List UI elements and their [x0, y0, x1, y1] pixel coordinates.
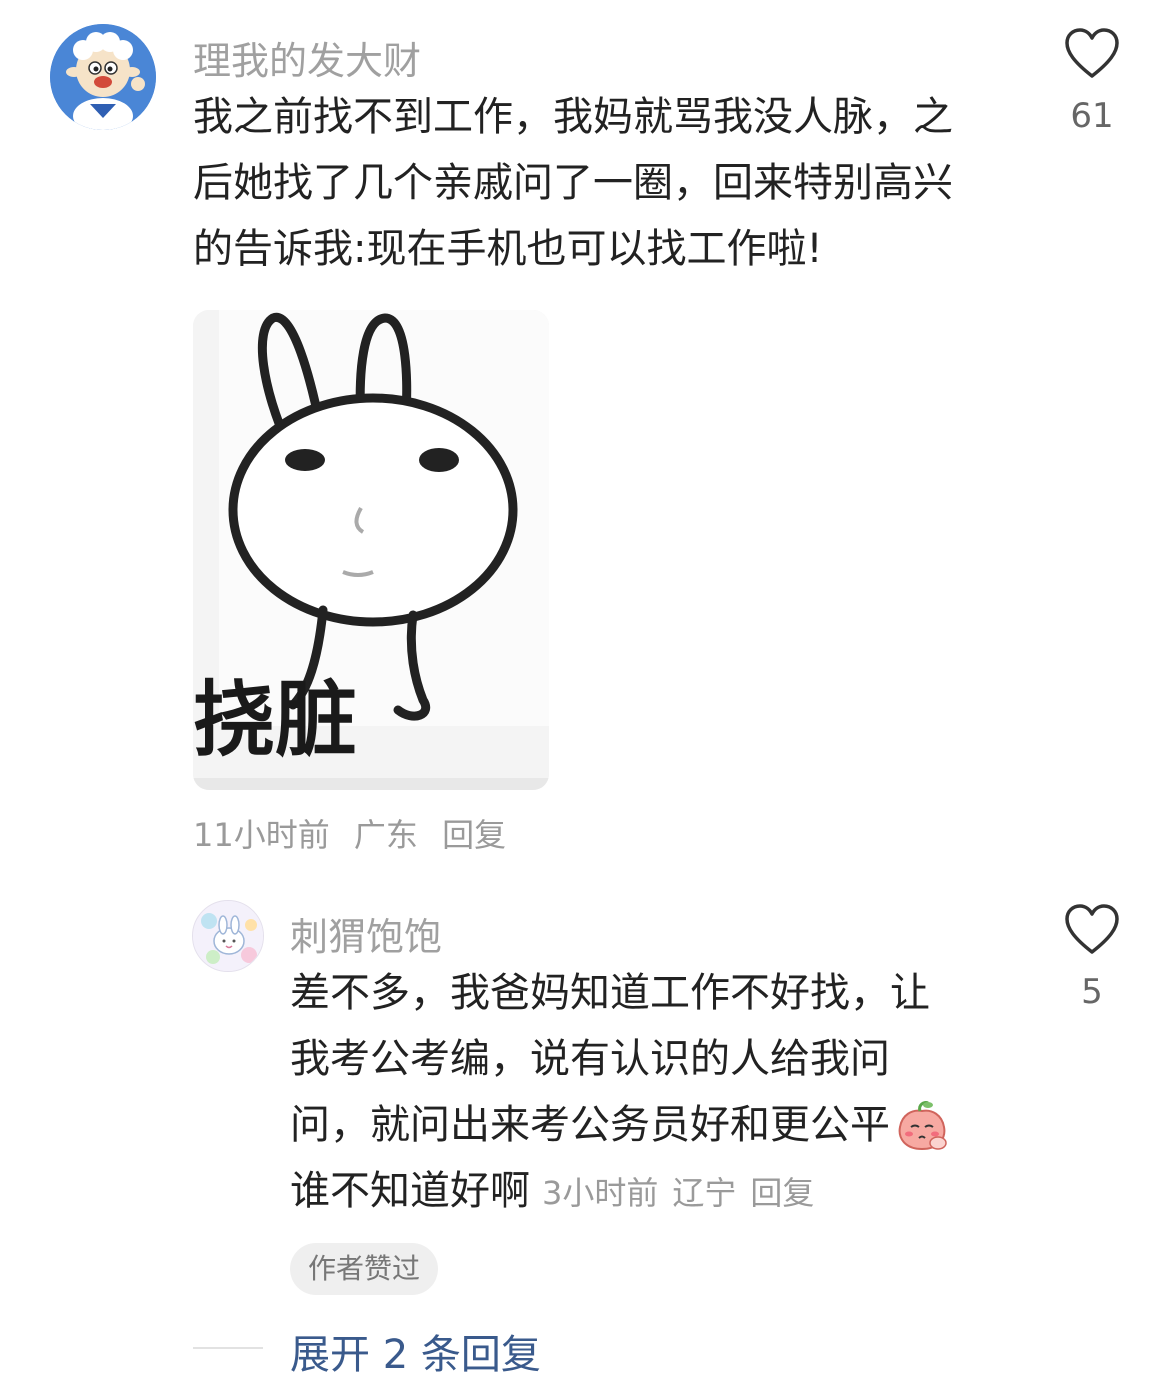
comment-time: 11小时前 — [193, 816, 330, 854]
user-avatar[interactable] — [50, 24, 156, 130]
reply-button[interactable]: 回复 — [442, 816, 506, 854]
comment-text: 差不多，我爸妈知道工作不好找，让 我考公考编，说有认识的人给我问 问，就问出来考… — [290, 960, 1010, 1226]
sticker-caption: 挠脏 — [193, 673, 357, 768]
comment-location: 广东 — [353, 816, 418, 854]
thinking-peach-emoji-icon — [898, 1101, 947, 1151]
comment-line-text: 问，就问出来考公务员好和更公平 — [290, 1102, 890, 1148]
comment-line: 我考公考编，说有认识的人给我问 — [290, 1036, 890, 1082]
like-button[interactable] — [1062, 24, 1122, 84]
heart-icon — [1065, 28, 1119, 78]
author-liked-badge: 作者赞过 — [290, 1243, 439, 1295]
cartoon-sheep-avatar-icon — [50, 24, 156, 130]
pastel-bunny-avatar-icon — [193, 901, 263, 971]
like-count: 61 — [1070, 96, 1114, 136]
comment-line: 差不多，我爸妈知道工作不好找，让 — [290, 970, 930, 1016]
comment-line: 问，就问出来考公务员好和更公平 — [290, 1092, 1010, 1158]
comment-time: 3小时前 — [542, 1174, 659, 1212]
comment-line: 的告诉我:现在手机也可以找工作啦! — [193, 226, 823, 272]
comment-meta: 11小时前 广东 回复 — [193, 810, 506, 856]
comment-location: 辽宁 — [672, 1174, 737, 1212]
comment-meta: 3小时前 辽宁 回复 — [542, 1174, 814, 1212]
comment-line: 我之前找不到工作，我妈就骂我没人脉，之 — [193, 94, 953, 140]
comment-line: 谁不知道好啊 3小时前 辽宁 回复 — [290, 1158, 1010, 1226]
comment-line: 后她找了几个亲戚问了一圈，回来特别高兴 — [193, 160, 953, 206]
like-button[interactable] — [1062, 900, 1122, 960]
divider — [193, 1347, 263, 1349]
reply-button[interactable]: 回复 — [750, 1174, 814, 1212]
username[interactable]: 理我的发大财 — [193, 30, 421, 85]
like-count: 5 — [1081, 972, 1103, 1012]
rabbit-meme-sticker[interactable]: 挠脏 — [193, 310, 549, 790]
comment-line-text: 谁不知道好啊 — [290, 1168, 530, 1214]
expand-replies-button[interactable]: 展开 2 条回复 — [290, 1322, 541, 1380]
heart-icon — [1065, 904, 1119, 954]
rabbit-meme-sticker-icon: 挠脏 — [193, 310, 549, 790]
user-avatar[interactable] — [192, 900, 264, 972]
username[interactable]: 刺猬饱饱 — [290, 906, 442, 961]
comment-text: 我之前找不到工作，我妈就骂我没人脉，之 后她找了几个亲戚问了一圈，回来特别高兴 … — [193, 84, 1023, 282]
